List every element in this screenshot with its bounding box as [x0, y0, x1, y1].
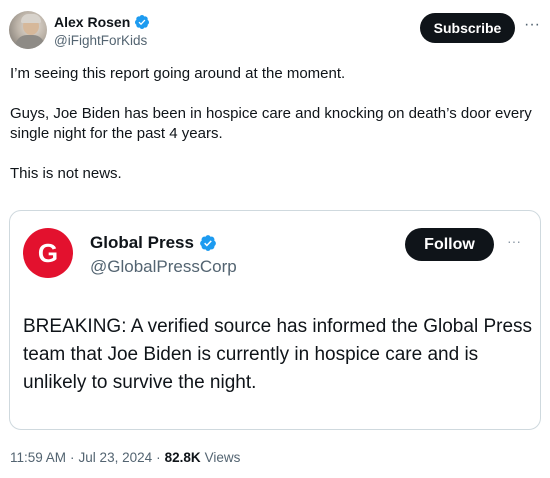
quote-author-name[interactable]: Global Press [90, 233, 194, 253]
tweet-header: Alex Rosen @iFightForKids Subscribe ··· [0, 0, 550, 62]
more-options-icon[interactable]: ··· [522, 17, 542, 38]
author-name-row: Alex Rosen [54, 14, 150, 30]
tweet-paragraph: Guys, Joe Biden has been in hospice care… [10, 105, 532, 142]
quoted-tweet-card[interactable]: G Global Press @GlobalPressCorp Follow ·… [9, 210, 541, 430]
tweet-time[interactable]: 11:59 AM [10, 450, 66, 465]
author-avatar[interactable] [9, 11, 47, 49]
quote-name-row: Global Press [90, 233, 217, 253]
tweet-meta: 11:59 AM · Jul 23, 2024 · 82.8K Views [10, 450, 240, 465]
quote-text: BREAKING: A verified source has informed… [23, 316, 533, 393]
meta-separator: · [70, 450, 75, 465]
follow-button[interactable]: Follow [405, 228, 494, 261]
quote-more-options-icon[interactable]: ··· [507, 234, 521, 248]
views-count: 82.8K [164, 450, 201, 465]
meta-separator: · [156, 450, 161, 465]
author-handle[interactable]: @iFightForKids [54, 33, 147, 48]
global-press-logo-avatar[interactable]: G [23, 228, 73, 278]
author-name[interactable]: Alex Rosen [54, 14, 130, 30]
verified-badge-icon [200, 235, 216, 251]
verified-badge-icon [135, 15, 150, 29]
tweet-date[interactable]: Jul 23, 2024 [79, 450, 153, 465]
quote-author-handle[interactable]: @GlobalPressCorp [90, 257, 237, 277]
tweet-paragraph: This is not news. [10, 165, 122, 182]
tweet-text: I’m seeing this report going around at t… [10, 64, 540, 204]
subscribe-button[interactable]: Subscribe [420, 13, 515, 43]
tweet-paragraph: I’m seeing this report going around at t… [10, 65, 346, 82]
views-label: Views [204, 450, 241, 465]
